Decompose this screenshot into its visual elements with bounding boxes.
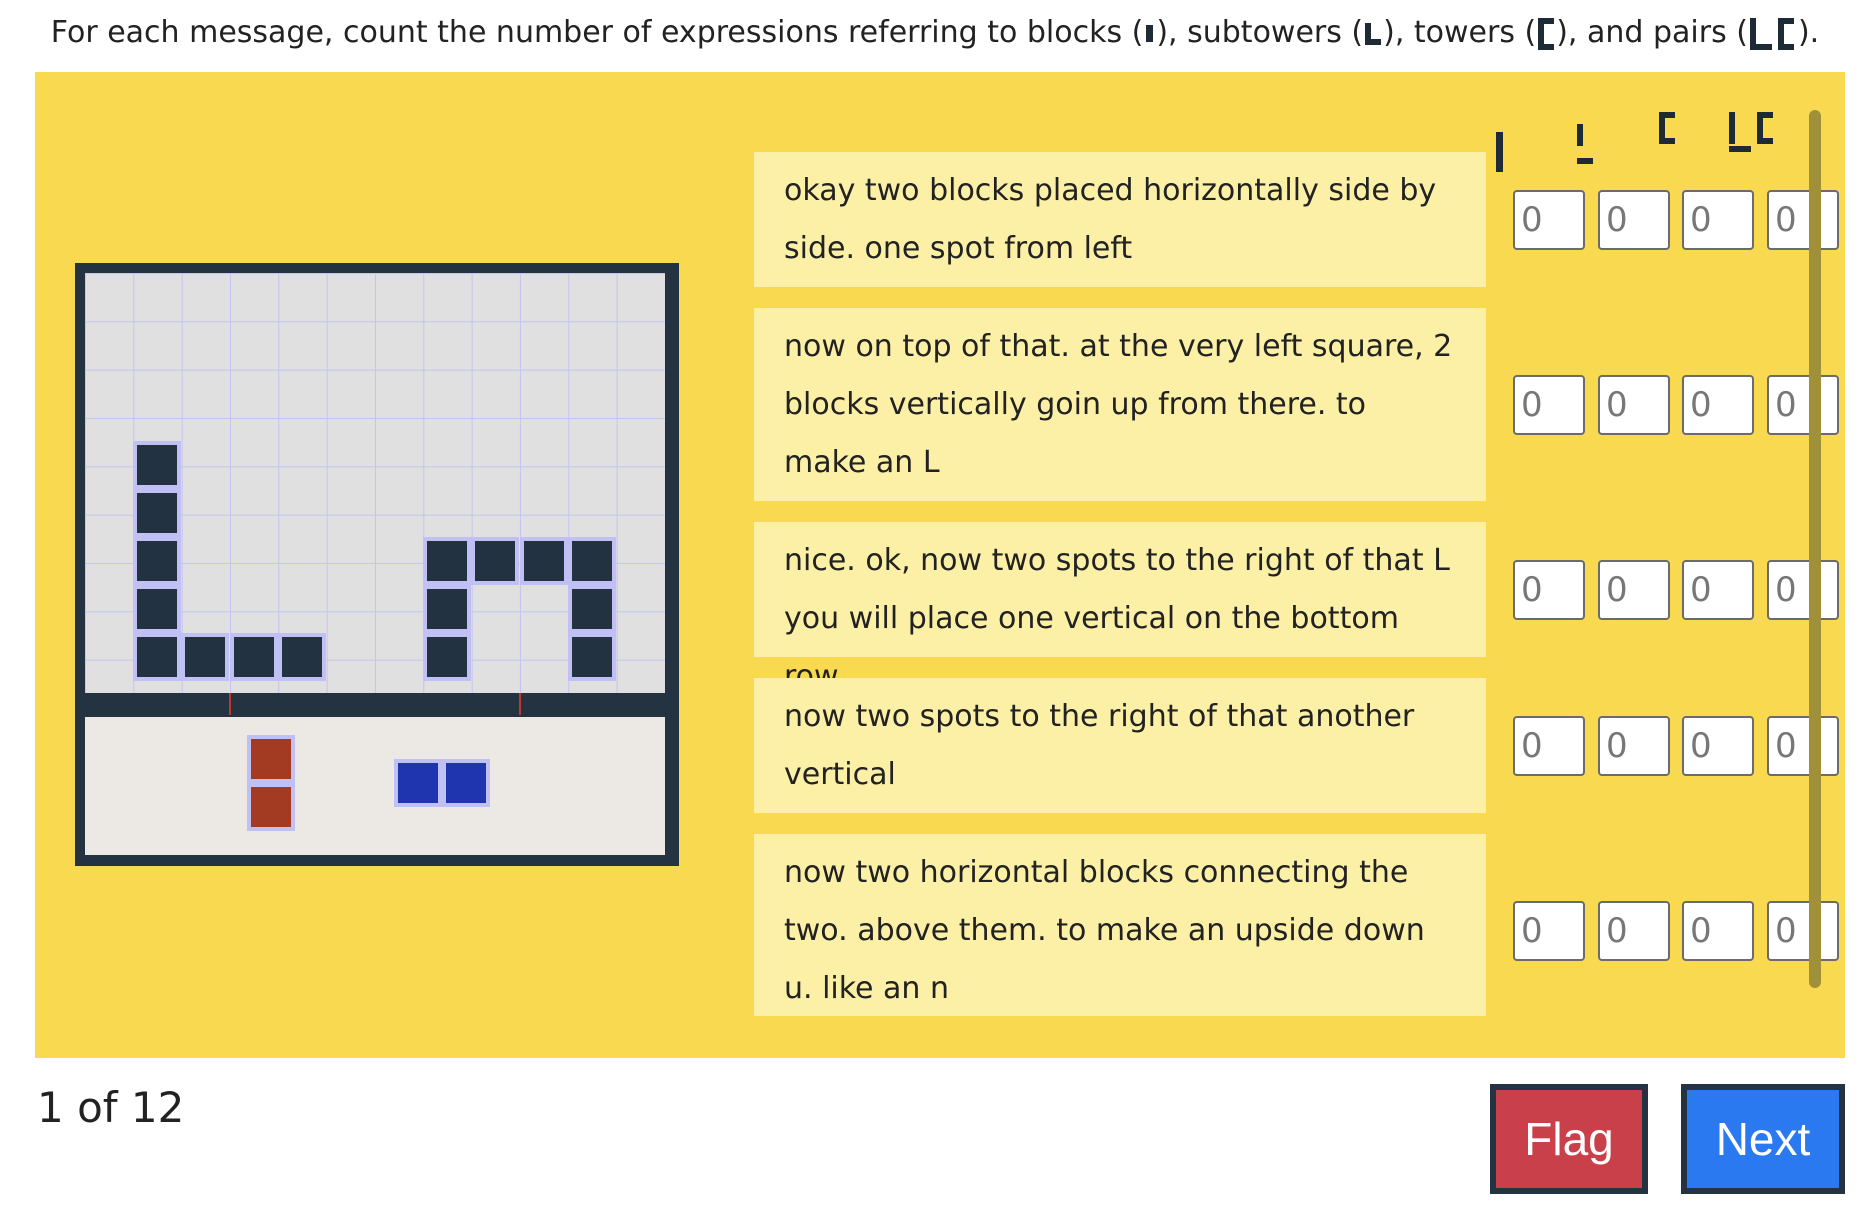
tower-icon [1538,17,1555,50]
subtower-column-icon [1577,124,1593,164]
subtower-count-input[interactable] [1598,901,1670,961]
tower-count-input[interactable] [1682,901,1754,961]
task-panel: okay two blocks placed horizontally side… [35,72,1845,1058]
placed-block [423,537,471,585]
block-count-input[interactable] [1513,716,1585,776]
tower-count-input[interactable] [1682,716,1754,776]
next-button[interactable]: Next [1681,1084,1845,1194]
instruction-part: ), towers ( [1383,15,1537,50]
placed-block [133,537,181,585]
placed-block [568,585,616,633]
block-icon [1146,25,1154,42]
pair-column-icon [1729,112,1775,152]
count-inputs-row [1513,560,1843,620]
blue-horizontal-piece[interactable] [442,759,490,807]
placed-block [133,441,181,489]
placed-block [278,633,326,681]
count-inputs-row [1513,190,1843,250]
pair-count-input[interactable] [1767,560,1839,620]
position-marker [229,693,231,715]
block-count-input[interactable] [1513,190,1585,250]
pair-icon [1749,17,1796,50]
message-text: okay two blocks placed horizontally side… [754,152,1486,287]
pair-count-input[interactable] [1767,901,1839,961]
message-text: now two spots to the right of that anoth… [754,678,1486,813]
page-counter: 1 of 12 [37,1083,185,1132]
subtower-count-input[interactable] [1598,375,1670,435]
placed-block [423,585,471,633]
pair-count-input[interactable] [1767,716,1839,776]
placed-block [568,537,616,585]
placed-block [133,585,181,633]
block-count-input[interactable] [1513,560,1585,620]
instruction-part: ). [1797,15,1820,50]
message-text: nice. ok, now two spots to the right of … [754,522,1486,694]
count-inputs-row [1513,901,1843,961]
flag-button[interactable]: Flag [1490,1084,1648,1194]
placed-block [133,489,181,537]
block-column-icon [1496,132,1503,172]
subtower-count-input[interactable] [1598,560,1670,620]
tower-count-input[interactable] [1682,190,1754,250]
placed-block [230,633,278,681]
placed-block [568,633,616,681]
subtower-icon [1365,22,1382,45]
blue-horizontal-piece[interactable] [394,759,442,807]
message-text: now on top of that. at the very left squ… [754,308,1486,501]
block-count-input[interactable] [1513,901,1585,961]
instruction-text: For each message, count the number of ex… [0,12,1870,54]
placed-block [181,633,229,681]
tower-column-icon [1659,112,1675,152]
placed-block [520,537,568,585]
red-vertical-piece[interactable] [247,735,295,783]
pair-count-input[interactable] [1767,190,1839,250]
subtower-count-input[interactable] [1598,190,1670,250]
piece-tray [85,717,665,855]
block-count-input[interactable] [1513,375,1585,435]
message-text: now two horizontal blocks connecting the… [754,834,1486,1016]
instruction-part: ), and pairs ( [1556,15,1748,50]
ground-bar [85,693,665,717]
instruction-part: For each message, count the number of ex… [50,15,1144,50]
block-world-board [75,263,679,866]
instruction-part: ), subtowers ( [1156,15,1364,50]
position-marker [519,693,521,715]
red-vertical-piece[interactable] [247,783,295,831]
tower-count-input[interactable] [1682,375,1754,435]
placed-block [423,633,471,681]
build-grid [85,273,665,693]
messages-scrollbar[interactable] [1809,110,1821,988]
count-inputs-row [1513,375,1843,435]
pair-count-input[interactable] [1767,375,1839,435]
subtower-count-input[interactable] [1598,716,1670,776]
placed-block [471,537,519,585]
count-inputs-row [1513,716,1843,776]
tower-count-input[interactable] [1682,560,1754,620]
placed-block [133,633,181,681]
